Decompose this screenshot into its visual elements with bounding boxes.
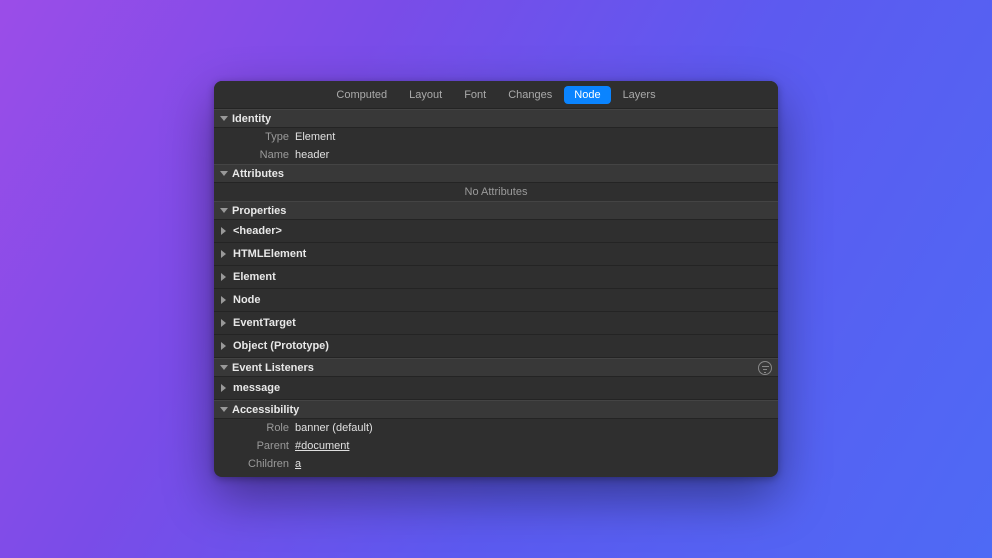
- property-label: Object (Prototype): [233, 340, 329, 352]
- property-label: <header>: [233, 225, 282, 237]
- chevron-right-icon: [221, 250, 226, 258]
- property-row-htmlelement[interactable]: HTMLElement: [214, 243, 778, 266]
- accessibility-children-label: Children: [220, 458, 295, 470]
- accessibility-parent-value[interactable]: #document: [295, 440, 349, 452]
- section-header-accessibility[interactable]: Accessibility: [214, 400, 778, 419]
- accessibility-role-value: banner (default): [295, 422, 373, 434]
- section-title: Properties: [232, 205, 286, 217]
- accessibility-role-row: Role banner (default): [214, 419, 778, 437]
- identity-name-row: Name header: [214, 146, 778, 164]
- chevron-right-icon: [221, 273, 226, 281]
- chevron-right-icon: [221, 296, 226, 304]
- attributes-empty: No Attributes: [214, 183, 778, 201]
- property-row-eventtarget[interactable]: EventTarget: [214, 312, 778, 335]
- identity-type-row: Type Element: [214, 128, 778, 146]
- eventlistener-row-message[interactable]: message: [214, 377, 778, 400]
- chevron-right-icon: [221, 319, 226, 327]
- chevron-right-icon: [221, 384, 226, 392]
- panel-content: Identity Type Element Name header Attrib…: [214, 109, 778, 477]
- identity-name-value: header: [295, 149, 329, 161]
- identity-type-value: Element: [295, 131, 335, 143]
- section-header-attributes[interactable]: Attributes: [214, 164, 778, 183]
- tab-computed[interactable]: Computed: [326, 86, 397, 104]
- chevron-right-icon: [221, 227, 226, 235]
- tab-font[interactable]: Font: [454, 86, 496, 104]
- tab-bar: Computed Layout Font Changes Node Layers: [214, 81, 778, 109]
- property-row-node[interactable]: Node: [214, 289, 778, 312]
- chevron-down-icon: [220, 407, 228, 412]
- section-title: Attributes: [232, 168, 284, 180]
- property-label: HTMLElement: [233, 248, 306, 260]
- accessibility-children-value[interactable]: a: [295, 458, 301, 470]
- chevron-down-icon: [220, 208, 228, 213]
- identity-type-label: Type: [220, 131, 295, 143]
- inspector-panel: Computed Layout Font Changes Node Layers…: [214, 81, 778, 477]
- section-title: Accessibility: [232, 404, 299, 416]
- chevron-down-icon: [220, 171, 228, 176]
- tab-layout[interactable]: Layout: [399, 86, 452, 104]
- property-row-object[interactable]: Object (Prototype): [214, 335, 778, 358]
- accessibility-parent-label: Parent: [220, 440, 295, 452]
- property-label: Element: [233, 271, 276, 283]
- tab-layers[interactable]: Layers: [613, 86, 666, 104]
- eventlistener-label: message: [233, 382, 280, 394]
- property-row-header[interactable]: <header>: [214, 220, 778, 243]
- section-title: Identity: [232, 113, 271, 125]
- chevron-down-icon: [220, 116, 228, 121]
- chevron-right-icon: [221, 342, 226, 350]
- filter-icon[interactable]: [758, 361, 772, 375]
- section-header-identity[interactable]: Identity: [214, 109, 778, 128]
- section-header-eventlisteners[interactable]: Event Listeners: [214, 358, 778, 377]
- tab-changes[interactable]: Changes: [498, 86, 562, 104]
- tab-node[interactable]: Node: [564, 86, 610, 104]
- accessibility-children-row: Children a: [214, 455, 778, 473]
- section-header-properties[interactable]: Properties: [214, 201, 778, 220]
- property-row-element[interactable]: Element: [214, 266, 778, 289]
- section-title: Event Listeners: [232, 362, 314, 374]
- property-label: Node: [233, 294, 261, 306]
- accessibility-role-label: Role: [220, 422, 295, 434]
- property-label: EventTarget: [233, 317, 296, 329]
- chevron-down-icon: [220, 365, 228, 370]
- accessibility-parent-row: Parent #document: [214, 437, 778, 455]
- identity-name-label: Name: [220, 149, 295, 161]
